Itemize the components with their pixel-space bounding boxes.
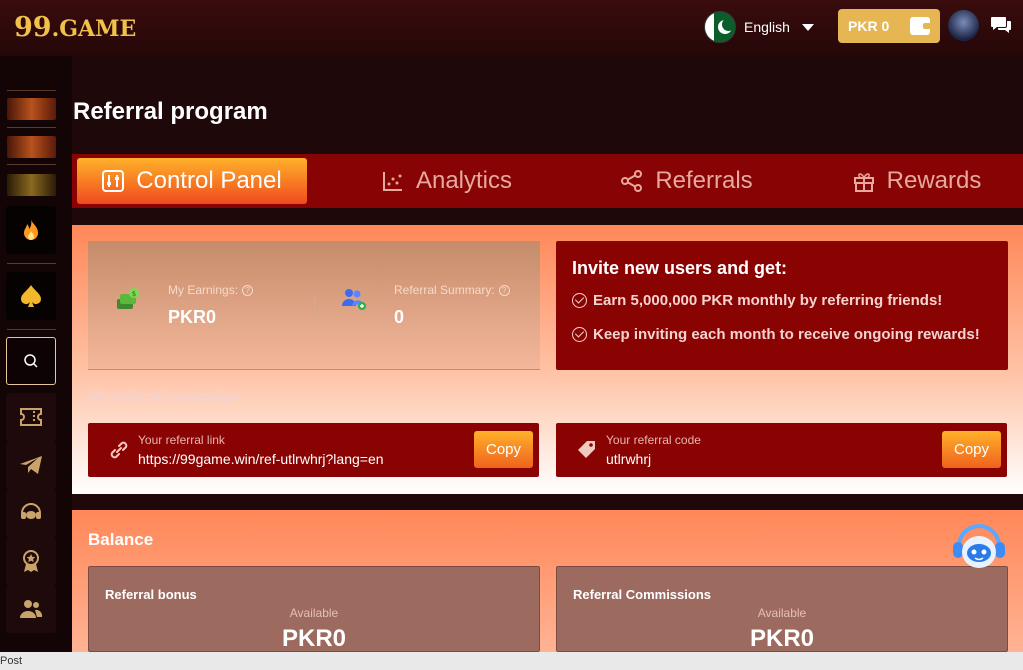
tab-bar: Control Panel Analytics Referrals Reward…	[72, 154, 1023, 208]
search-icon	[24, 354, 38, 368]
divider	[314, 297, 315, 325]
logo-prefix: 99	[14, 12, 52, 43]
sidebar-item-vip[interactable]	[6, 537, 56, 585]
main-content: Referral program Control Panel Analytics…	[72, 56, 1023, 652]
campaign-title: My referral campaign	[88, 388, 239, 405]
referral-commissions-card: Referral Commissions Available PKR0	[556, 566, 1008, 652]
invite-benefit: Keep inviting each month to receive ongo…	[572, 326, 980, 343]
sidebar-item-support[interactable]	[6, 489, 56, 537]
referral-code-value: utlrwhrj	[606, 451, 652, 467]
chart-icon	[382, 172, 402, 191]
divider	[7, 90, 56, 91]
tab-label: Analytics	[415, 167, 513, 194]
summary-value: 0	[394, 307, 405, 327]
referral-link-value: https://99game.win/ref-utlrwhrj?lang=en	[138, 451, 384, 467]
tag-icon	[578, 441, 595, 458]
control-panel: $ My Earnings:? PKR0 Referral Summary:? …	[72, 225, 1023, 629]
logo-suffix: .GAME	[51, 16, 137, 42]
sidebar	[0, 56, 72, 652]
tab-rewards[interactable]: Rewards	[832, 158, 1002, 204]
wallet-balance: PKR 0	[848, 18, 890, 34]
earnings-value: PKR0	[168, 307, 217, 327]
send-icon	[20, 456, 42, 474]
top-header: 99.GAME English PKR 0	[0, 0, 1023, 56]
invite-card: Invite new users and get: Earn 5,000,000…	[556, 241, 1008, 370]
add-users-icon	[342, 289, 366, 310]
money-stack-icon: $	[117, 288, 139, 309]
share-icon	[621, 170, 643, 192]
summary-label-text: Referral Summary:	[394, 283, 495, 297]
tab-analytics[interactable]: Analytics	[362, 158, 532, 204]
copy-link-button[interactable]: Copy	[474, 431, 533, 468]
referral-link-label: Your referral link	[138, 433, 225, 447]
invite-title: Invite new users and get:	[572, 258, 788, 278]
users-icon	[20, 600, 43, 618]
svg-text:$: $	[132, 290, 136, 298]
ticket-icon	[20, 408, 42, 426]
tab-control-panel[interactable]: Control Panel	[77, 158, 307, 204]
earnings-label-text: My Earnings:	[168, 283, 239, 297]
gift-icon	[853, 173, 874, 192]
balance-title: Balance	[88, 530, 154, 549]
card-subtitle: Available	[757, 606, 807, 620]
referral-code-box: Your referral code utlrwhrj Copy	[556, 423, 1007, 477]
status-bar: Post	[0, 652, 1023, 670]
wallet-button[interactable]: PKR 0	[838, 9, 940, 43]
logo[interactable]: 99.GAME	[14, 12, 136, 43]
page-title: Referral program	[73, 98, 268, 125]
divider	[7, 263, 56, 264]
stats-card: $ My Earnings:? PKR0 Referral Summary:? …	[88, 241, 540, 370]
balance-section: Balance Referral bonus Available PKR0 Re…	[72, 510, 1023, 652]
pakistan-flag-icon	[704, 11, 736, 43]
copy-code-button[interactable]: Copy	[942, 431, 1001, 468]
invite-benefit-text: Keep inviting each month to receive ongo…	[593, 326, 980, 343]
sidebar-promo-banner-1[interactable]	[7, 98, 56, 120]
sidebar-item-tickets[interactable]	[6, 393, 56, 441]
tab-label: Rewards	[886, 167, 982, 194]
referral-code-label: Your referral code	[606, 433, 701, 447]
link-icon	[110, 441, 128, 459]
language-label: English	[744, 19, 790, 35]
chat-icon[interactable]	[990, 16, 1012, 34]
sidebar-item-cards[interactable]	[6, 272, 56, 320]
tab-label: Control Panel	[136, 167, 282, 194]
divider	[7, 164, 56, 165]
card-title: Referral Commissions	[573, 587, 711, 602]
divider	[7, 127, 56, 128]
help-icon[interactable]: ?	[242, 285, 254, 297]
wallet-icon	[910, 17, 932, 35]
chevron-down-icon	[801, 23, 814, 31]
medal-icon	[23, 550, 39, 572]
invite-benefit-text: Earn 5,000,000 PKR monthly by referring …	[593, 292, 943, 309]
referral-link-box: Your referral link https://99game.win/re…	[88, 423, 539, 477]
check-circle-icon	[572, 293, 587, 308]
sliders-icon	[102, 170, 125, 192]
card-value: PKR0	[281, 625, 347, 652]
sidebar-promo-banner-3[interactable]	[7, 174, 56, 196]
tab-label: Referrals	[655, 167, 753, 194]
language-selector[interactable]: English	[704, 11, 814, 43]
referral-bonus-card: Referral bonus Available PKR0	[88, 566, 540, 652]
spade-icon	[21, 285, 41, 307]
earnings-label: My Earnings:?	[168, 283, 254, 297]
sidebar-item-hot[interactable]	[6, 206, 56, 254]
headset-icon	[21, 503, 41, 519]
card-value: PKR0	[749, 625, 815, 652]
card-subtitle: Available	[289, 606, 339, 620]
tab-referrals[interactable]: Referrals	[602, 158, 772, 204]
help-icon[interactable]: ?	[498, 285, 510, 297]
fire-icon	[24, 219, 38, 240]
sidebar-item-telegram[interactable]	[6, 441, 56, 489]
summary-label: Referral Summary:?	[394, 283, 510, 297]
sidebar-search-button[interactable]	[6, 337, 56, 385]
support-robot-icon[interactable]	[949, 520, 1009, 572]
divider	[7, 329, 56, 330]
sidebar-item-referral[interactable]	[6, 585, 56, 633]
check-circle-icon	[572, 327, 587, 342]
invite-benefit: Earn 5,000,000 PKR monthly by referring …	[572, 292, 942, 309]
sidebar-promo-banner-2[interactable]	[7, 136, 56, 158]
card-title: Referral bonus	[105, 587, 197, 602]
avatar[interactable]	[948, 10, 979, 41]
